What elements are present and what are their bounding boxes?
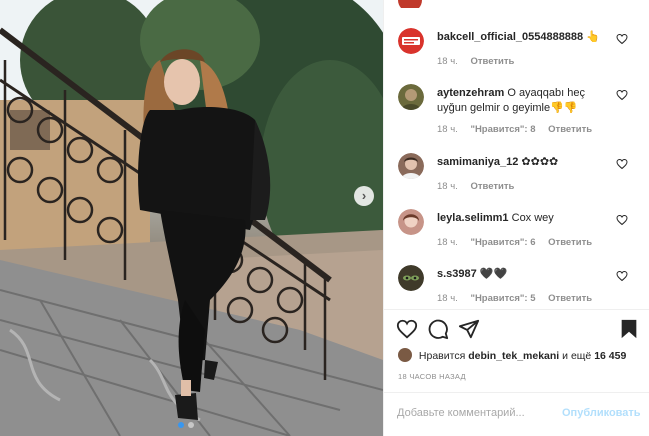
comment-meta: 18 ч. Ответить bbox=[437, 56, 524, 67]
comment-body: ✿✿✿✿ bbox=[521, 156, 559, 168]
comment-input[interactable]: Добавьте комментарий... bbox=[397, 407, 525, 419]
like-heart-icon[interactable] bbox=[396, 318, 418, 340]
comment-meta: 18 ч. "Нравится": 6 Ответить bbox=[437, 237, 602, 248]
heart-icon[interactable] bbox=[616, 89, 628, 101]
comment-time: 18 ч. bbox=[437, 124, 458, 135]
comment-body: 🖤🖤 bbox=[479, 268, 508, 280]
publish-button[interactable]: Опубликовать bbox=[562, 407, 641, 419]
comment-body: 👆 bbox=[586, 31, 600, 43]
carousel-dot bbox=[188, 422, 194, 428]
heart-icon[interactable] bbox=[616, 270, 628, 282]
avatar[interactable] bbox=[398, 265, 424, 291]
comment-username[interactable]: samimaniya_12 bbox=[437, 156, 518, 168]
heart-icon[interactable] bbox=[616, 158, 628, 170]
carousel-next-button[interactable]: › bbox=[354, 186, 374, 206]
comment-meta: 18 ч. "Нравится": 5 Ответить bbox=[437, 293, 602, 304]
comment-likes[interactable]: "Нравится": 5 bbox=[470, 293, 535, 304]
comment-text: leyla.selimm1 Cox wey bbox=[437, 211, 615, 226]
heart-icon[interactable] bbox=[616, 214, 628, 226]
likes-count[interactable]: 16 459 bbox=[594, 350, 626, 362]
reply-button[interactable]: Ответить bbox=[548, 124, 592, 135]
avatar[interactable] bbox=[398, 209, 424, 235]
reply-button[interactable]: Ответить bbox=[470, 56, 514, 67]
comment-bubble-icon[interactable] bbox=[427, 318, 449, 340]
avatar[interactable] bbox=[398, 84, 424, 110]
heart-icon[interactable] bbox=[616, 33, 628, 45]
comment-time: 18 ч. bbox=[437, 237, 458, 248]
likes-summary: Нравится debin_tek_mekani и ещё 16 459 bbox=[398, 348, 626, 362]
comment-username[interactable]: aytenzehram bbox=[437, 87, 504, 99]
comment-text: bakcell_official_0554888888 👆 bbox=[437, 30, 615, 45]
post-photo[interactable]: › bbox=[0, 0, 383, 436]
likes-prefix: Нравится bbox=[418, 350, 466, 362]
comment-username[interactable]: bakcell_official_0554888888 bbox=[437, 31, 583, 43]
photo-scene bbox=[0, 0, 383, 436]
comments-panel: bakcell_official_0554888888 👆 18 ч. Отве… bbox=[383, 0, 649, 436]
comment-username[interactable]: leyla.selimm1 bbox=[437, 212, 509, 224]
avatar[interactable] bbox=[398, 28, 424, 54]
add-comment-bar: Добавьте комментарий... Опубликовать bbox=[384, 392, 649, 436]
comment-time: 18 ч. bbox=[437, 293, 458, 304]
comment-meta: 18 ч. Ответить bbox=[437, 181, 524, 192]
reply-button[interactable]: Ответить bbox=[470, 181, 514, 192]
reply-button[interactable]: Ответить bbox=[548, 237, 592, 248]
likes-middle: и ещё bbox=[562, 350, 592, 362]
comment-text: samimaniya_12 ✿✿✿✿ bbox=[437, 155, 615, 170]
carousel-dot-active bbox=[178, 422, 184, 428]
carousel-dots bbox=[178, 422, 194, 428]
avatar[interactable] bbox=[398, 0, 422, 8]
previous-comment-peek bbox=[384, 0, 649, 8]
comment-text: s.s3987 🖤🖤 bbox=[437, 267, 615, 282]
share-send-icon[interactable] bbox=[458, 318, 480, 340]
bookmark-icon[interactable] bbox=[618, 318, 640, 340]
reply-button[interactable]: Ответить bbox=[548, 293, 592, 304]
avatar[interactable] bbox=[398, 348, 412, 362]
comment-time: 18 ч. bbox=[437, 56, 458, 67]
divider bbox=[384, 309, 649, 310]
comment-likes[interactable]: "Нравится": 8 bbox=[470, 124, 535, 135]
post-timestamp[interactable]: 18 ЧАСОВ НАЗАД bbox=[398, 372, 466, 381]
post-actions bbox=[384, 318, 649, 344]
comment-username[interactable]: s.s3987 bbox=[437, 268, 477, 280]
avatar[interactable] bbox=[398, 153, 424, 179]
comment-likes[interactable]: "Нравится": 6 bbox=[470, 237, 535, 248]
comment-time: 18 ч. bbox=[437, 181, 458, 192]
comment-meta: 18 ч. "Нравится": 8 Ответить bbox=[437, 124, 602, 135]
comment-body: Cox wey bbox=[511, 212, 554, 224]
likes-username[interactable]: debin_tek_mekani bbox=[468, 350, 559, 362]
comment-text: aytenzehram O ayaqqabı heç uyğun gelmir … bbox=[437, 86, 615, 116]
